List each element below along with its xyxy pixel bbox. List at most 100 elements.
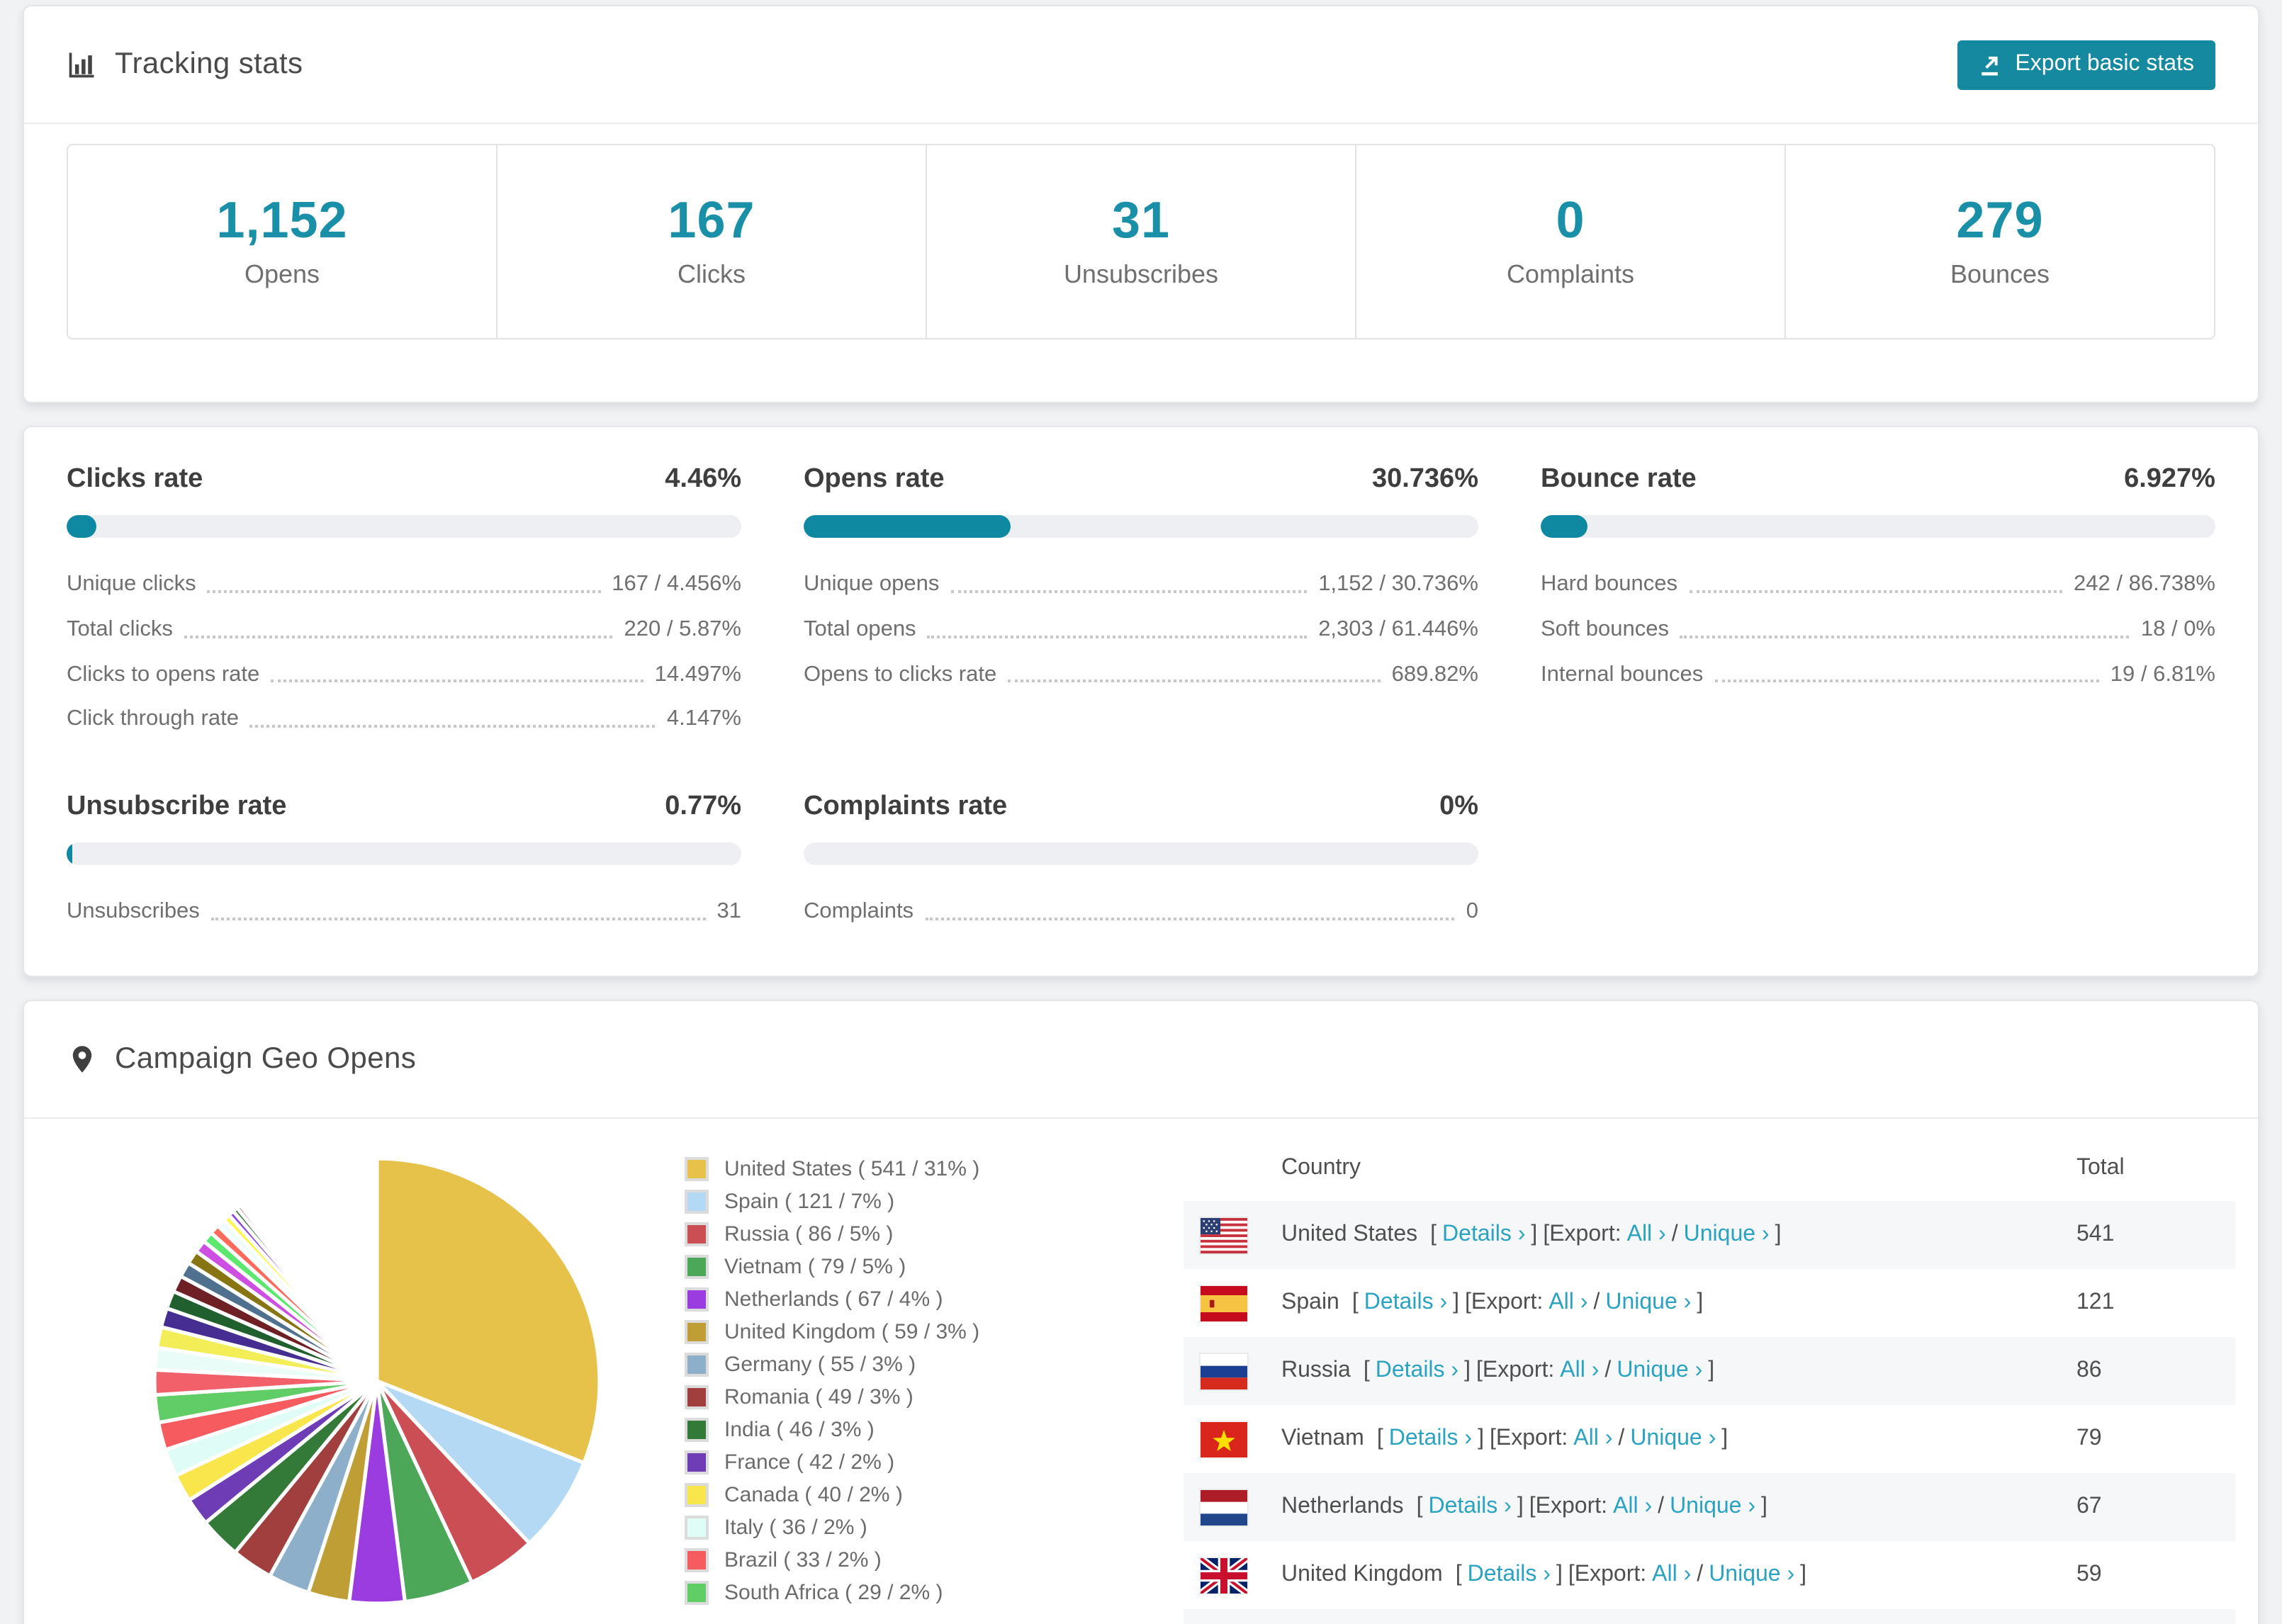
opens-rate-head: Opens rate 30.736%	[804, 464, 1478, 495]
bracket: [	[1416, 1494, 1423, 1519]
table-row-spain: Spain [Details ›] [Export: All › / Unique ›]…	[1184, 1269, 2235, 1337]
stat-row-label: Total clicks	[67, 616, 173, 641]
details-link[interactable]: Details ›	[1428, 1494, 1511, 1520]
stat-row-value: 19 / 6.81%	[2110, 662, 2215, 687]
legend-swatch	[685, 1516, 709, 1540]
export-unique-link[interactable]: Unique ›	[1684, 1222, 1770, 1248]
legend-label: Romania ( 49 / 3% )	[724, 1385, 914, 1410]
dotted-leader	[184, 635, 613, 638]
export-unique-link[interactable]: Unique ›	[1670, 1494, 1755, 1520]
stat-opens-value: 1,152	[216, 191, 348, 249]
export-unique-link[interactable]: Unique ›	[1605, 1290, 1691, 1316]
export-unique-link[interactable]: Unique ›	[1617, 1358, 1702, 1384]
stat-row: Clicks to opens rate 14.497%	[67, 662, 741, 687]
export-unique-link[interactable]: Unique ›	[1709, 1562, 1794, 1588]
bracket: ]	[1761, 1494, 1767, 1519]
dotted-leader	[925, 918, 1455, 921]
slash: /	[1618, 1426, 1625, 1451]
bracket: ]	[1453, 1290, 1460, 1315]
legend-swatch	[685, 1157, 709, 1182]
bracket: ]	[1775, 1222, 1782, 1247]
opens-rate-bar-fill	[804, 515, 1011, 538]
stat-row-label: Hard bounces	[1541, 572, 1678, 596]
rates-card: Clicks rate 4.46% Unique clicks 167 / 4.4…	[23, 426, 2259, 978]
details-link[interactable]: Details ›	[1468, 1562, 1551, 1588]
export-button-label: Export basic stats	[2015, 52, 2194, 76]
country-total: 541	[2076, 1222, 2115, 1247]
stat-row: Total opens 2,303 / 61.446%	[804, 617, 1478, 643]
country-name: Vietnam	[1281, 1426, 1364, 1451]
legend-swatch	[685, 1385, 709, 1410]
export-all-link[interactable]: All ›	[1573, 1426, 1612, 1452]
details-link[interactable]: Details ›	[1364, 1290, 1447, 1316]
table-row-vietnam: Vietnam [Details ›] [Export: All › / Unique …	[1184, 1405, 2235, 1473]
stat-row-value: 220 / 5.87%	[624, 616, 741, 641]
legend-item: Netherlands ( 67 / 4% )	[685, 1283, 1127, 1316]
export-all-link[interactable]: All ›	[1560, 1358, 1599, 1384]
clicks-rate-panel: Clicks rate 4.46% Unique clicks 167 / 4.4…	[67, 464, 741, 733]
details-link[interactable]: Details ›	[1376, 1358, 1458, 1384]
legend-swatch	[685, 1287, 709, 1312]
clicks-rate-value: 4.46%	[665, 464, 741, 494]
country-total: 59	[2076, 1562, 2102, 1587]
stat-row-value: 242 / 86.738%	[2074, 572, 2215, 596]
legend-label: Spain ( 121 / 7% )	[724, 1190, 895, 1214]
stat-row: Unsubscribes 31	[67, 900, 741, 925]
bounce-rate-bar	[1541, 515, 2215, 538]
legend-item: Germany ( 55 / 3% )	[685, 1348, 1127, 1381]
stat-row: Hard bounces 242 / 86.738%	[1541, 572, 2215, 597]
vietnam-flag-icon	[1201, 1421, 1247, 1457]
legend-item: France ( 42 / 2% )	[685, 1446, 1127, 1479]
legend-item: Russia ( 86 / 5% )	[685, 1218, 1127, 1251]
summary-stats-group: 1,152 Opens 167 Clicks 31 Unsubscribes 0…	[67, 144, 2215, 339]
dotted-leader	[1680, 635, 2130, 638]
export-all-link[interactable]: All ›	[1548, 1290, 1587, 1316]
legend-swatch	[685, 1418, 709, 1443]
stat-row: Soft bounces 18 / 0%	[1541, 617, 2215, 643]
bracket: ]	[1531, 1222, 1538, 1247]
bracket: [	[1430, 1222, 1437, 1247]
export-label: [Export:	[1543, 1222, 1621, 1247]
stat-row-value: 18 / 0%	[2140, 616, 2215, 641]
legend-item: India ( 46 / 3% )	[685, 1414, 1127, 1446]
export-all-link[interactable]: All ›	[1652, 1562, 1691, 1588]
bracket: ]	[1800, 1562, 1807, 1587]
legend-swatch	[685, 1548, 709, 1573]
details-link[interactable]: Details ›	[1389, 1426, 1472, 1452]
dotted-leader	[271, 680, 643, 683]
opens-rate-value: 30.736%	[1371, 464, 1478, 494]
slash: /	[1671, 1222, 1678, 1247]
export-basic-stats-button[interactable]: Export basic stats	[1957, 40, 2215, 89]
dotted-leader	[249, 725, 656, 728]
legend-label: India ( 46 / 3% )	[724, 1418, 875, 1443]
bracket: ]	[1464, 1358, 1471, 1383]
legend-item: Canada ( 40 / 2% )	[685, 1479, 1127, 1511]
stat-row-value: 167 / 4.456%	[612, 572, 741, 596]
details-link[interactable]: Details ›	[1442, 1222, 1525, 1248]
slash: /	[1697, 1562, 1704, 1587]
export-all-link[interactable]: All ›	[1627, 1222, 1666, 1248]
unsubscribe-rate-panel: Unsubscribe rate 0.77% Unsubscribes 31	[67, 792, 741, 925]
stat-clicks-value: 167	[668, 191, 755, 249]
export-label: [Export:	[1568, 1562, 1647, 1587]
bracket: ]	[1517, 1494, 1524, 1519]
dotted-leader	[207, 590, 601, 593]
export-all-link[interactable]: All ›	[1613, 1494, 1652, 1520]
legend-label: South Africa ( 29 / 2% )	[724, 1581, 943, 1606]
stat-row-label: Clicks to opens rate	[67, 662, 260, 687]
geo-section-title: Campaign Geo Opens	[115, 1042, 417, 1076]
stat-row: Total clicks 220 / 5.87%	[67, 617, 741, 643]
bounce-rate-panel: Bounce rate 6.927% Hard bounces 242 / 86.…	[1541, 464, 2215, 733]
unsubscribe-rate-bar	[67, 842, 741, 866]
rates-grid: Clicks rate 4.46% Unique clicks 167 / 4.4…	[67, 464, 2215, 925]
export-label: [Export:	[1465, 1290, 1544, 1315]
netherlands-flag-icon	[1201, 1489, 1247, 1526]
legend-label: Netherlands ( 67 / 4% )	[724, 1287, 943, 1312]
legend-label: Brazil ( 33 / 2% )	[724, 1548, 882, 1573]
us-flag-icon	[1201, 1217, 1247, 1253]
legend-swatch	[685, 1581, 709, 1606]
clicks-rate-head: Clicks rate 4.46%	[67, 464, 741, 495]
legend-label: Italy ( 36 / 2% )	[724, 1516, 867, 1540]
export-label: [Export:	[1476, 1358, 1555, 1383]
export-unique-link[interactable]: Unique ›	[1630, 1426, 1716, 1452]
